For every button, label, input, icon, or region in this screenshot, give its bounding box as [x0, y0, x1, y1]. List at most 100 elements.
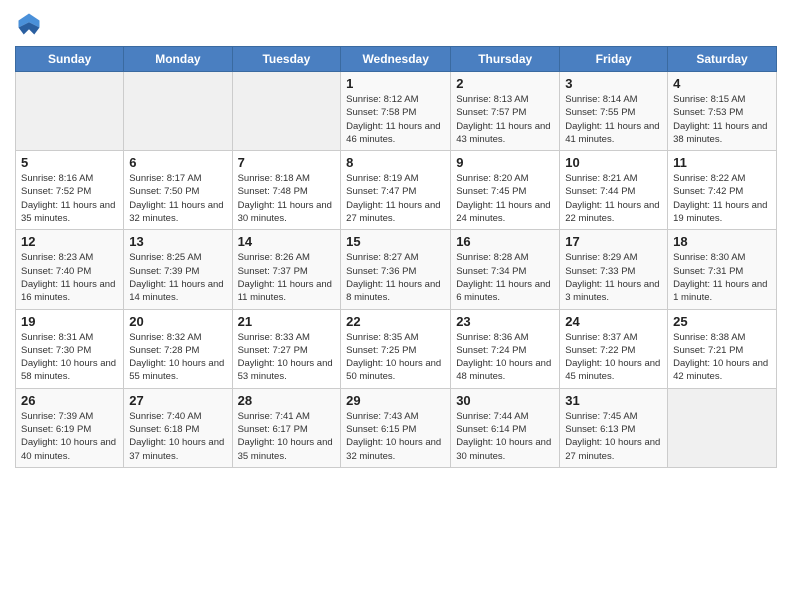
- day-number: 12: [21, 234, 118, 249]
- day-cell: 28Sunrise: 7:41 AMSunset: 6:17 PMDayligh…: [232, 388, 341, 467]
- day-info: Sunrise: 8:31 AMSunset: 7:30 PMDaylight:…: [21, 331, 118, 384]
- day-number: 11: [673, 155, 771, 170]
- header: [15, 10, 777, 38]
- day-number: 24: [565, 314, 662, 329]
- day-info: Sunrise: 8:12 AMSunset: 7:58 PMDaylight:…: [346, 93, 445, 146]
- day-number: 23: [456, 314, 554, 329]
- day-cell: 17 Sunrise: 8:29 AMSunset: 7:33 PMDayligh…: [560, 230, 668, 309]
- day-cell: 25Sunrise: 8:38 AMSunset: 7:21 PMDayligh…: [668, 309, 777, 388]
- day-cell: 3 Sunrise: 8:14 AMSunset: 7:55 PMDaylight…: [560, 72, 668, 151]
- day-info: Sunrise: 8:37 AMSunset: 7:22 PMDaylight:…: [565, 331, 662, 384]
- day-info: Sunrise: 8:16 AMSunset: 7:52 PMDaylight:…: [21, 172, 118, 225]
- day-number: 31: [565, 393, 662, 408]
- day-number: 25: [673, 314, 771, 329]
- day-info: Sunrise: 8:26 AMSunset: 7:37 PMDaylight:…: [238, 251, 336, 304]
- day-info: Sunrise: 7:44 AMSunset: 6:14 PMDaylight:…: [456, 410, 554, 463]
- day-info: Sunrise: 7:45 AMSunset: 6:13 PMDaylight:…: [565, 410, 662, 463]
- day-info: Sunrise: 8:32 AMSunset: 7:28 PMDaylight:…: [129, 331, 226, 384]
- day-cell: [668, 388, 777, 467]
- day-number: 7: [238, 155, 336, 170]
- day-number: 8: [346, 155, 445, 170]
- day-cell: 26 Sunrise: 7:39 AMSunset: 6:19 PMDayligh…: [16, 388, 124, 467]
- weekday-header-saturday: Saturday: [668, 47, 777, 72]
- weekday-header-thursday: Thursday: [451, 47, 560, 72]
- day-cell: 22 Sunrise: 8:35 AMSunset: 7:25 PMDayligh…: [341, 309, 451, 388]
- weekday-header-tuesday: Tuesday: [232, 47, 341, 72]
- day-cell: 5 Sunrise: 8:16 AMSunset: 7:52 PMDaylight…: [16, 151, 124, 230]
- day-info: Sunrise: 8:18 AMSunset: 7:48 PMDaylight:…: [238, 172, 336, 225]
- day-cell: 24 Sunrise: 8:37 AMSunset: 7:22 PMDayligh…: [560, 309, 668, 388]
- weekday-header-monday: Monday: [124, 47, 232, 72]
- weekday-header-wednesday: Wednesday: [341, 47, 451, 72]
- week-row-1: 1 Sunrise: 8:12 AMSunset: 7:58 PMDaylight…: [16, 72, 777, 151]
- day-cell: 16Sunrise: 8:28 AMSunset: 7:34 PMDayligh…: [451, 230, 560, 309]
- day-number: 26: [21, 393, 118, 408]
- day-number: 30: [456, 393, 554, 408]
- day-number: 22: [346, 314, 445, 329]
- day-info: Sunrise: 8:20 AMSunset: 7:45 PMDaylight:…: [456, 172, 554, 225]
- day-number: 14: [238, 234, 336, 249]
- day-info: Sunrise: 7:40 AMSunset: 6:18 PMDaylight:…: [129, 410, 226, 463]
- day-cell: 10Sunrise: 8:21 AMSunset: 7:44 PMDayligh…: [560, 151, 668, 230]
- day-cell: 9 Sunrise: 8:20 AMSunset: 7:45 PMDaylight…: [451, 151, 560, 230]
- day-number: 18: [673, 234, 771, 249]
- day-cell: 13Sunrise: 8:25 AMSunset: 7:39 PMDayligh…: [124, 230, 232, 309]
- day-cell: 15Sunrise: 8:27 AMSunset: 7:36 PMDayligh…: [341, 230, 451, 309]
- day-info: Sunrise: 8:33 AMSunset: 7:27 PMDaylight:…: [238, 331, 336, 384]
- day-cell: 19Sunrise: 8:31 AMSunset: 7:30 PMDayligh…: [16, 309, 124, 388]
- day-cell: 12 Sunrise: 8:23 AMSunset: 7:40 PMDayligh…: [16, 230, 124, 309]
- day-info: Sunrise: 8:30 AMSunset: 7:31 PMDaylight:…: [673, 251, 771, 304]
- weekday-header-row: SundayMondayTuesdayWednesdayThursdayFrid…: [16, 47, 777, 72]
- day-number: 6: [129, 155, 226, 170]
- week-row-3: 12 Sunrise: 8:23 AMSunset: 7:40 PMDayligh…: [16, 230, 777, 309]
- day-cell: 30 Sunrise: 7:44 AMSunset: 6:14 PMDayligh…: [451, 388, 560, 467]
- day-number: 3: [565, 76, 662, 91]
- week-row-2: 5 Sunrise: 8:16 AMSunset: 7:52 PMDaylight…: [16, 151, 777, 230]
- day-number: 4: [673, 76, 771, 91]
- day-info: Sunrise: 8:28 AMSunset: 7:34 PMDaylight:…: [456, 251, 554, 304]
- day-cell: [124, 72, 232, 151]
- day-cell: 1 Sunrise: 8:12 AMSunset: 7:58 PMDaylight…: [341, 72, 451, 151]
- day-info: Sunrise: 8:35 AMSunset: 7:25 PMDaylight:…: [346, 331, 445, 384]
- day-number: 13: [129, 234, 226, 249]
- day-cell: 11 Sunrise: 8:22 AMSunset: 7:42 PMDayligh…: [668, 151, 777, 230]
- calendar: SundayMondayTuesdayWednesdayThursdayFrid…: [15, 46, 777, 468]
- day-info: Sunrise: 8:22 AMSunset: 7:42 PMDaylight:…: [673, 172, 771, 225]
- day-number: 5: [21, 155, 118, 170]
- day-cell: 6 Sunrise: 8:17 AMSunset: 7:50 PMDaylight…: [124, 151, 232, 230]
- day-cell: 14 Sunrise: 8:26 AMSunset: 7:37 PMDayligh…: [232, 230, 341, 309]
- day-info: Sunrise: 8:36 AMSunset: 7:24 PMDaylight:…: [456, 331, 554, 384]
- day-cell: 27 Sunrise: 7:40 AMSunset: 6:18 PMDayligh…: [124, 388, 232, 467]
- day-cell: 7 Sunrise: 8:18 AMSunset: 7:48 PMDaylight…: [232, 151, 341, 230]
- day-cell: [16, 72, 124, 151]
- logo: [15, 10, 45, 38]
- day-info: Sunrise: 8:15 AMSunset: 7:53 PMDaylight:…: [673, 93, 771, 146]
- day-cell: 31 Sunrise: 7:45 AMSunset: 6:13 PMDayligh…: [560, 388, 668, 467]
- day-cell: 2 Sunrise: 8:13 AMSunset: 7:57 PMDaylight…: [451, 72, 560, 151]
- day-number: 2: [456, 76, 554, 91]
- day-number: 29: [346, 393, 445, 408]
- day-info: Sunrise: 8:23 AMSunset: 7:40 PMDaylight:…: [21, 251, 118, 304]
- day-info: Sunrise: 8:29 AMSunset: 7:33 PMDaylight:…: [565, 251, 662, 304]
- day-cell: 20Sunrise: 8:32 AMSunset: 7:28 PMDayligh…: [124, 309, 232, 388]
- day-info: Sunrise: 7:39 AMSunset: 6:19 PMDaylight:…: [21, 410, 118, 463]
- day-number: 9: [456, 155, 554, 170]
- weekday-header-friday: Friday: [560, 47, 668, 72]
- day-info: Sunrise: 8:14 AMSunset: 7:55 PMDaylight:…: [565, 93, 662, 146]
- week-row-5: 26 Sunrise: 7:39 AMSunset: 6:19 PMDayligh…: [16, 388, 777, 467]
- day-cell: 29 Sunrise: 7:43 AMSunset: 6:15 PMDayligh…: [341, 388, 451, 467]
- day-number: 1: [346, 76, 445, 91]
- day-number: 15: [346, 234, 445, 249]
- day-cell: 21 Sunrise: 8:33 AMSunset: 7:27 PMDayligh…: [232, 309, 341, 388]
- weekday-header-sunday: Sunday: [16, 47, 124, 72]
- day-number: 10: [565, 155, 662, 170]
- day-info: Sunrise: 8:19 AMSunset: 7:47 PMDaylight:…: [346, 172, 445, 225]
- day-info: Sunrise: 8:17 AMSunset: 7:50 PMDaylight:…: [129, 172, 226, 225]
- day-number: 21: [238, 314, 336, 329]
- day-cell: 18 Sunrise: 8:30 AMSunset: 7:31 PMDayligh…: [668, 230, 777, 309]
- page: SundayMondayTuesdayWednesdayThursdayFrid…: [0, 0, 792, 612]
- day-number: 17: [565, 234, 662, 249]
- day-info: Sunrise: 8:13 AMSunset: 7:57 PMDaylight:…: [456, 93, 554, 146]
- day-info: Sunrise: 7:43 AMSunset: 6:15 PMDaylight:…: [346, 410, 445, 463]
- day-number: 27: [129, 393, 226, 408]
